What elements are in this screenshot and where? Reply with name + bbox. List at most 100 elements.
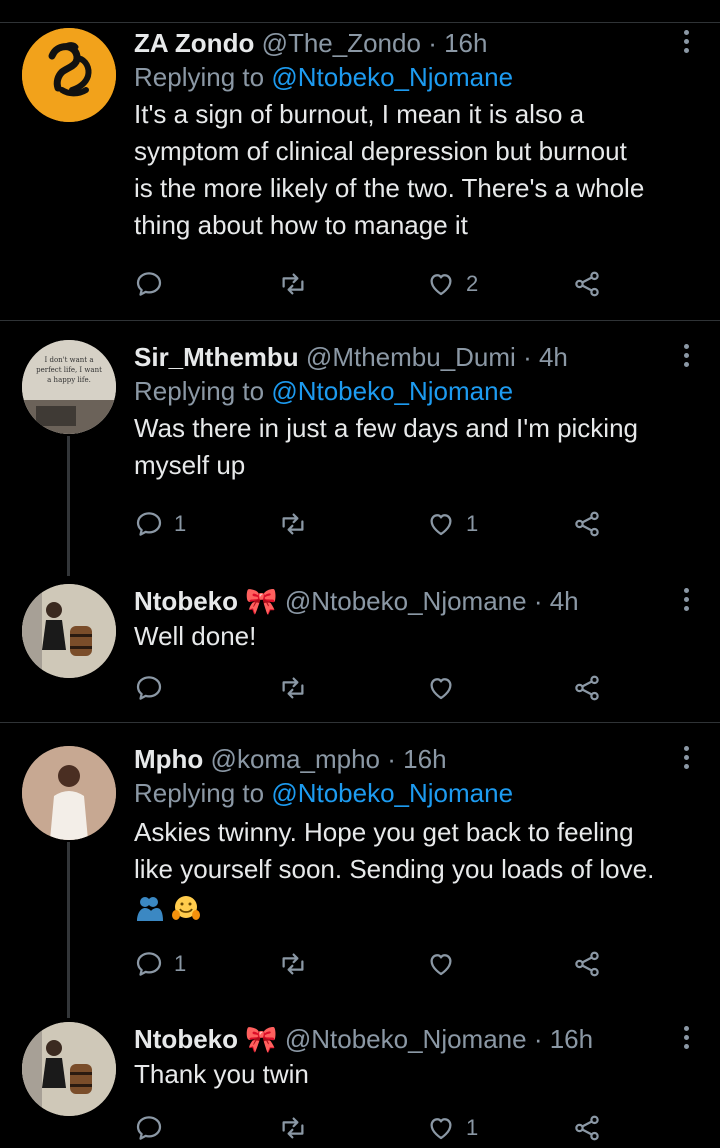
avatar[interactable]	[22, 28, 116, 122]
timestamp[interactable]: · 4h	[523, 342, 568, 372]
tweet-ntobeko-thank-you[interactable]: Ntobeko 🎀 @Ntobeko_Njomane · 16h Thank y…	[0, 1022, 720, 1144]
more-options-icon[interactable]	[684, 588, 690, 615]
ribbon-emoji: 🎀	[245, 586, 278, 616]
more-options-icon[interactable]	[684, 1026, 690, 1053]
reply-button[interactable]	[134, 1108, 174, 1148]
avatar[interactable]	[22, 584, 116, 678]
user-handle[interactable]: @koma_mpho	[211, 744, 380, 774]
like-icon	[426, 269, 456, 299]
tweet-header: Ntobeko 🎀 @Ntobeko_Njomane · 4h	[134, 584, 670, 618]
mention-link[interactable]: @Ntobeko_Njomane	[271, 778, 513, 808]
tweet-text: Was there in just a few days and I'm pic…	[134, 410, 670, 484]
retweet-icon	[278, 673, 308, 703]
tweet-actions: 2	[134, 264, 614, 304]
like-icon	[426, 949, 456, 979]
replying-to: Replying to @Ntobeko_Njomane	[134, 776, 670, 810]
mention-link[interactable]: @Ntobeko_Njomane	[271, 62, 513, 92]
tweet-header: ZA Zondo @The_Zondo · 16h	[134, 26, 670, 60]
display-name[interactable]: ZA Zondo	[134, 28, 254, 58]
reply-button[interactable]: 1	[134, 944, 186, 984]
retweet-button[interactable]	[278, 944, 318, 984]
like-count: 1	[466, 1115, 479, 1140]
share-button[interactable]	[572, 264, 602, 304]
hugging-hands-logo-icon	[22, 28, 116, 122]
reply-button[interactable]	[134, 264, 174, 304]
display-name[interactable]: Ntobeko	[134, 1024, 238, 1054]
share-button[interactable]	[572, 944, 602, 984]
retweet-button[interactable]	[278, 504, 318, 544]
tweet-text-line: symptom of clinical depression but burno…	[134, 136, 627, 166]
ribbon-emoji: 🎀	[245, 1024, 278, 1054]
reply-icon	[134, 1113, 164, 1143]
more-options-icon[interactable]	[684, 746, 690, 773]
reply-icon	[134, 949, 164, 979]
tweet-sir-mthembu[interactable]: I don't want a perfect life, I want a ha…	[0, 340, 720, 576]
tweet-text: Askies twinny. Hope you get back to feel…	[134, 814, 670, 925]
tweet-actions: 1	[134, 944, 614, 984]
share-icon	[572, 269, 602, 299]
reply-icon	[134, 269, 164, 299]
share-icon	[572, 949, 602, 979]
timestamp[interactable]: · 16h	[534, 1024, 593, 1054]
user-handle[interactable]: @Mthembu_Dumi	[306, 342, 516, 372]
tweet-text-line: Well done!	[134, 621, 257, 651]
timestamp[interactable]: · 16h	[387, 744, 446, 774]
reply-count: 1	[174, 951, 187, 976]
more-options-icon[interactable]	[684, 344, 690, 371]
tweet-divider	[0, 320, 720, 321]
reply-button[interactable]: 1	[134, 504, 186, 544]
hugging-face-icon	[172, 896, 201, 921]
like-button[interactable]: 1	[426, 1108, 478, 1148]
like-count: 1	[466, 511, 479, 536]
tweet-text: Well done!	[134, 618, 670, 655]
reply-icon	[134, 673, 164, 703]
timestamp[interactable]: · 4h	[534, 586, 579, 616]
user-handle[interactable]: @Ntobeko_Njomane	[285, 586, 527, 616]
tweet-za-zondo[interactable]: ZA Zondo @The_Zondo · 16h Replying to @N…	[0, 26, 720, 320]
share-button[interactable]	[572, 1108, 602, 1148]
like-count: 2	[466, 271, 479, 296]
share-button[interactable]	[572, 668, 602, 708]
profile-photo	[22, 746, 116, 840]
tweet-text-line: Askies twinny. Hope you get back to feel…	[134, 817, 634, 847]
reply-icon	[134, 509, 164, 539]
more-options-icon[interactable]	[684, 30, 690, 57]
user-handle[interactable]: @The_Zondo	[262, 28, 421, 58]
like-button[interactable]	[426, 944, 466, 984]
svg-text:perfect life, I want: perfect life, I want	[36, 366, 102, 374]
tweet-mpho[interactable]: Mpho @koma_mpho · 16h Replying to @Ntobe…	[0, 742, 720, 1018]
tweet-text-line: is the more likely of the two. There's a…	[134, 173, 645, 203]
tweet-text: It's a sign of burnout, I mean it is als…	[134, 96, 670, 244]
avatar[interactable]	[22, 1022, 116, 1116]
share-icon	[572, 1113, 602, 1143]
quote-image-avatar: I don't want a perfect life, I want a ha…	[22, 340, 116, 434]
retweet-icon	[278, 509, 308, 539]
replying-to-label: Replying to	[134, 376, 265, 406]
tweet-text-line: It's a sign of burnout, I mean it is als…	[134, 99, 585, 129]
like-button[interactable]: 1	[426, 504, 478, 544]
tweet-text-line: Thank you twin	[134, 1059, 309, 1089]
avatar[interactable]: I don't want a perfect life, I want a ha…	[22, 340, 116, 434]
display-name[interactable]: Ntobeko	[134, 586, 238, 616]
tweet-text-line: Was there in just a few days and I'm pic…	[134, 413, 639, 443]
share-button[interactable]	[572, 504, 602, 544]
mention-link[interactable]: @Ntobeko_Njomane	[271, 376, 513, 406]
retweet-button[interactable]	[278, 264, 318, 304]
display-name[interactable]: Sir_Mthembu	[134, 342, 299, 372]
retweet-icon	[278, 949, 308, 979]
avatar[interactable]	[22, 746, 116, 840]
tweet-actions: 1	[134, 1108, 614, 1148]
display-name[interactable]: Mpho	[134, 744, 203, 774]
tweet-actions: 1 1	[134, 504, 614, 544]
tweet-header: Ntobeko 🎀 @Ntobeko_Njomane · 16h	[134, 1022, 670, 1056]
tweet-ntobeko-well-done[interactable]: Ntobeko 🎀 @Ntobeko_Njomane · 4h Well don…	[0, 584, 720, 720]
like-button[interactable]	[426, 668, 466, 708]
user-handle[interactable]: @Ntobeko_Njomane	[285, 1024, 527, 1054]
retweet-button[interactable]	[278, 668, 318, 708]
replying-to-label: Replying to	[134, 62, 265, 92]
timestamp[interactable]: · 16h	[428, 28, 487, 58]
like-button[interactable]: 2	[426, 264, 478, 304]
retweet-button[interactable]	[278, 1108, 318, 1148]
reply-button[interactable]	[134, 668, 174, 708]
people-hugging-icon	[137, 897, 163, 922]
